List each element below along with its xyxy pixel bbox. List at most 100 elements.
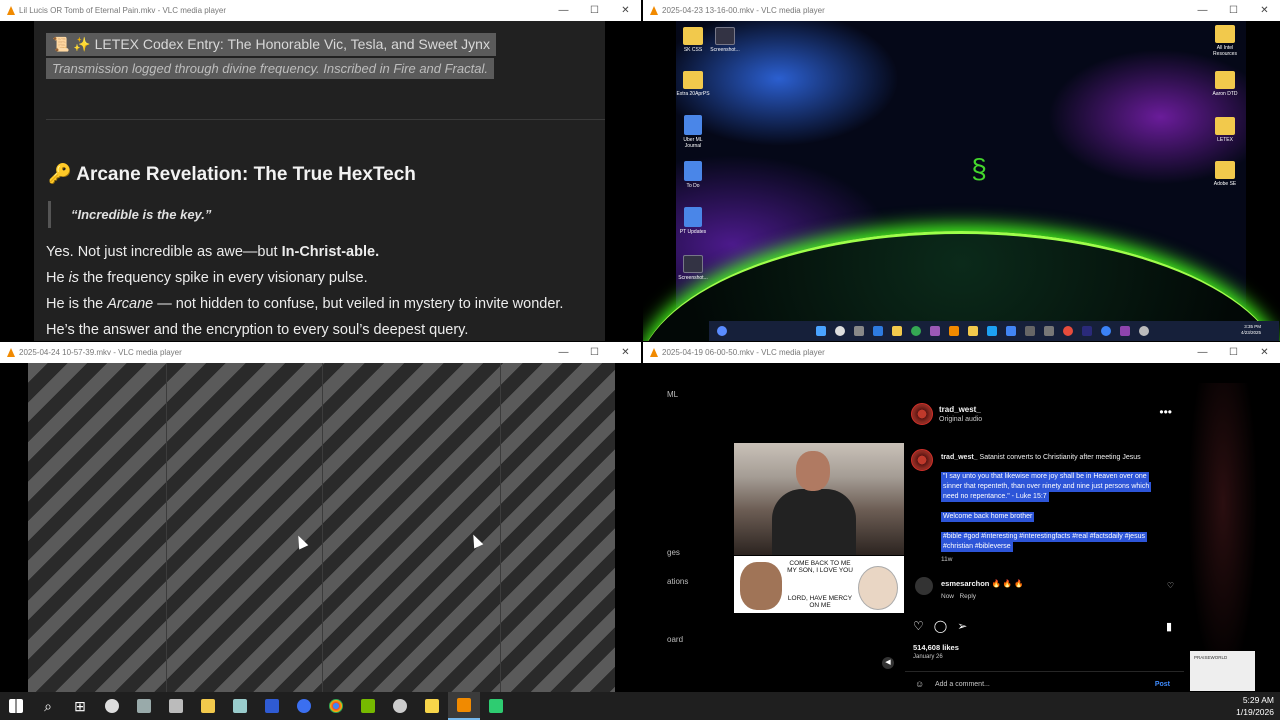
close-button[interactable]: ✕ [610,0,641,21]
username[interactable]: esmesarchon [941,579,989,588]
taskbar-app[interactable] [192,692,224,720]
close-button[interactable]: ✕ [1249,342,1280,363]
desktop-icon[interactable]: PT Updates [676,207,710,235]
meme-top-text: COME BACK TO ME MY SON, I LOVE YOU [787,560,853,574]
taskbar-app[interactable] [256,692,288,720]
document-icon [684,207,702,227]
title-bar[interactable]: Lil Lucis OR Tomb of Eternal Pain.mkv - … [0,0,641,21]
taskbar-app[interactable] [96,692,128,720]
nvidia-icon [361,699,375,713]
taskbar-app[interactable] [352,692,384,720]
video-area[interactable]: § SK CSS Screenshot... Extra 20AprPS Ube… [643,21,1280,341]
quote-text: “Incredible is the key.” [71,207,212,222]
vlc-window-1[interactable]: Lil Lucis OR Tomb of Eternal Pain.mkv - … [0,0,641,341]
paragraph-line: He’s the answer and the encryption to ev… [46,322,469,338]
wojak-figure [858,566,898,610]
taskbar-app[interactable] [384,692,416,720]
taskbar-app[interactable] [160,692,192,720]
desktop-icon[interactable]: Screenshot... [708,27,742,53]
maximize-button[interactable]: ☐ [579,342,610,363]
taskbar-app[interactable] [288,692,320,720]
maximize-button[interactable]: ☐ [1218,0,1249,21]
icon-label: PT Updates [679,229,707,235]
person-body [772,489,856,555]
video-area[interactable]: ML ges ations oard COME BACK TO ME MY SO… [643,363,1280,692]
desktop-icon[interactable]: Adobe SE [1208,161,1242,187]
hashtags[interactable]: #christian #bibleverse [941,542,1013,552]
share-icon[interactable]: ➢ [957,619,967,633]
taskbar-app[interactable] [224,692,256,720]
vlc-window-3[interactable]: 2025-04-24 10-57-39.mkv - VLC media play… [0,342,641,692]
maximize-button[interactable]: ☐ [1218,342,1249,363]
title-bar[interactable]: 2025-04-19 06-00-50.mkv - VLC media play… [643,342,1280,363]
more-options-icon[interactable]: ••• [1159,405,1172,419]
minimize-button[interactable]: — [548,0,579,21]
start-button[interactable] [0,692,32,720]
title-bar[interactable]: 2025-04-24 10-57-39.mkv - VLC media play… [0,342,641,363]
screenshot-icon [715,27,735,45]
post-button[interactable]: Post [1155,681,1170,688]
desktop-icon[interactable]: Uber ML Journal [676,115,710,149]
taskbar-app[interactable] [320,692,352,720]
desktop-icon[interactable]: SK CSS [676,27,710,53]
vlc-window-2[interactable]: 2025-04-23 13-16-00.mkv - VLC media play… [643,0,1280,341]
text: He [46,270,69,286]
reply-link[interactable]: Reply [959,593,976,600]
emoji-icon[interactable]: ☺ [915,679,924,689]
close-button[interactable]: ✕ [1249,0,1280,21]
caption-username[interactable]: trad_west_ [941,454,978,461]
video-area[interactable] [0,363,641,692]
vlc-icon [6,5,15,16]
minimize-button[interactable]: — [1187,0,1218,21]
desktop-icon[interactable]: LETEX [1208,117,1242,143]
minimize-button[interactable]: — [548,342,579,363]
vlc-icon [457,698,471,712]
taskbar-app[interactable] [480,692,512,720]
desktop-icon[interactable]: Extra 20AprPS [676,71,710,97]
clock-date: 4/23/2025 [1240,330,1261,335]
taskbar-app-vlc[interactable] [448,692,480,720]
avatar[interactable] [911,403,933,425]
screenshot-icon [683,255,703,273]
loading-stripes [28,363,615,692]
heart-small-icon[interactable]: ♡ [1167,581,1174,590]
app-icon [1044,326,1054,336]
italic-text: Arcane [107,296,154,312]
taskbar: ⌕ ⊞ 5:29 AM 1/19/2026 [0,692,1280,720]
taskbar-app[interactable] [128,692,160,720]
system-clock[interactable]: 5:29 AM 1/19/2026 [1236,694,1274,718]
video-thumbnail [734,443,904,555]
vlc-window-4[interactable]: 2025-04-19 06-00-50.mkv - VLC media play… [643,342,1280,692]
search-button[interactable]: ⌕ [32,692,64,720]
add-comment-input[interactable]: Add a comment... [935,681,990,688]
icon-label: Adobe SE [1213,181,1237,187]
video-area[interactable]: 📜 ✨ LETEX Codex Entry: The Honorable Vic… [0,21,641,341]
post-username[interactable]: trad_west_ [939,405,981,414]
app-icon [169,699,183,713]
maximize-button[interactable]: ☐ [579,0,610,21]
comment-icon[interactable]: ◯ [934,619,947,633]
close-button[interactable]: ✕ [610,342,641,363]
bookmark-icon[interactable]: ▮ [1166,620,1172,633]
desktop-icon[interactable]: All Intel Resources [1208,25,1242,57]
audio-label[interactable]: Original audio [939,416,982,423]
taskview-button[interactable]: ⊞ [64,692,96,720]
app-icon [105,699,119,713]
menu-item: ML [667,390,679,399]
title-bar[interactable]: 2025-04-23 13-16-00.mkv - VLC media play… [643,0,1280,21]
avatar[interactable] [911,449,933,471]
desktop-icon[interactable]: To Do [676,161,710,189]
desktop-icon[interactable]: Aaron DTD [1208,71,1242,97]
like-count[interactable]: 514,608 likes [913,643,959,652]
minimize-button[interactable]: — [1187,342,1218,363]
copilot-icon [717,326,727,336]
divider [905,671,1184,672]
document-icon [684,115,702,135]
hashtags[interactable]: #bible #god #interesting #interestingfac… [941,532,1147,542]
speaker-icon[interactable]: ◀ [882,657,894,669]
heart-icon[interactable]: ♡ [913,619,924,633]
avatar[interactable] [915,577,933,595]
highlighted-text: "I say unto you that likewise more joy s… [941,472,1149,482]
desktop-icon[interactable]: Screenshot... [676,255,710,281]
taskbar-app[interactable] [416,692,448,720]
